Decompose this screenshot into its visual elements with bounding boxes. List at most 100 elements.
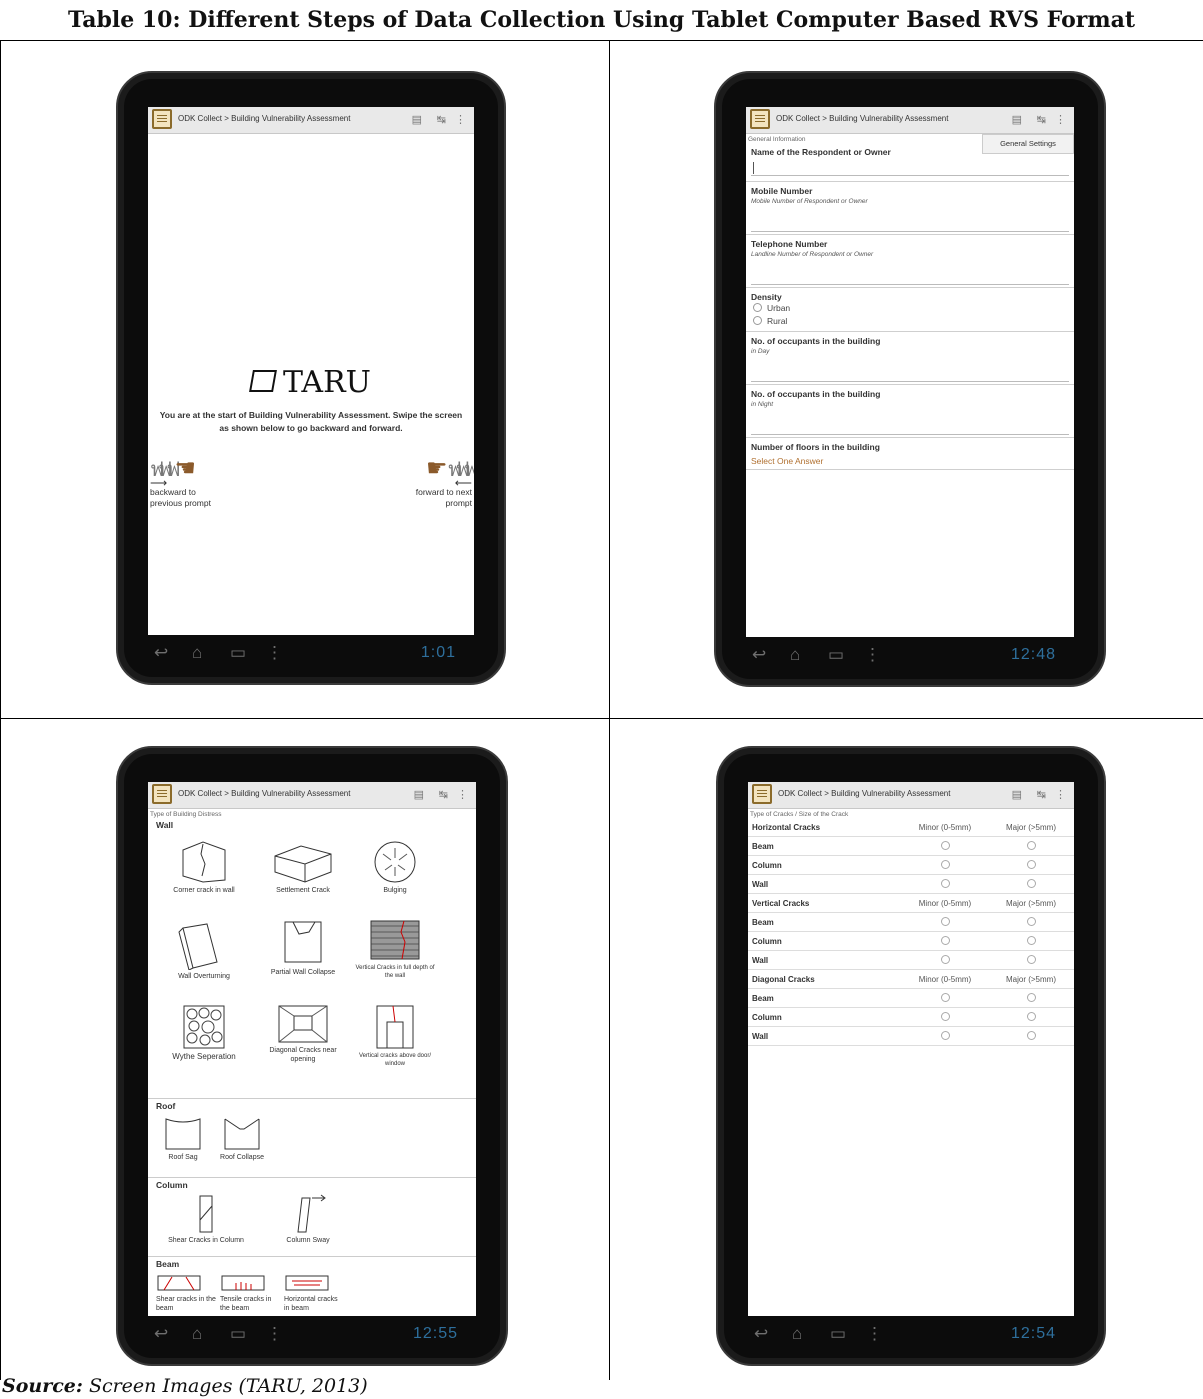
occupants-night-input[interactable] (751, 420, 1069, 435)
nav-menu-icon[interactable]: ⋮ (864, 645, 881, 665)
recents-icon[interactable]: ▭ (230, 1324, 246, 1344)
home-icon[interactable]: ⌂ (792, 1324, 802, 1344)
roof-collapse-option[interactable]: Roof Collapse (212, 1115, 272, 1162)
major-radio[interactable] (1026, 935, 1036, 945)
save-icon[interactable]: ▤ (1012, 113, 1022, 126)
wall-overturning-option[interactable]: Wall Overturning (154, 922, 254, 981)
android-nav-bar: ↩ ⌂ ▭ ⋮ 12:55 (148, 1320, 476, 1350)
action-bar: ODK Collect > Building Vulnerability Ass… (148, 107, 474, 134)
save-icon[interactable]: ▤ (414, 788, 424, 801)
tensile-cracks-beam-option[interactable]: Tensile cracks in the beam (220, 1273, 280, 1313)
major-radio[interactable] (1026, 916, 1036, 926)
crack-group-name: Vertical Cracks (748, 893, 902, 913)
tablet-building-distress-screen: ODK Collect > Building Vulnerability Ass… (116, 746, 508, 1366)
major-radio[interactable] (1026, 1011, 1036, 1021)
settlement-crack-option[interactable]: Settlement Crack (258, 840, 348, 895)
recents-icon[interactable]: ▭ (230, 643, 246, 663)
wythe-separation-option[interactable]: Wythe Seperation (154, 1004, 254, 1062)
status-clock: 12:55 (412, 1325, 458, 1342)
crack-member-label: Wall (748, 1026, 902, 1046)
column-title: Column (156, 1180, 188, 1190)
back-icon[interactable]: ↩ (154, 1324, 168, 1344)
overflow-menu-icon[interactable]: ⋮ (455, 113, 466, 126)
nav-menu-icon[interactable]: ⋮ (866, 1324, 883, 1344)
overflow-menu-icon[interactable]: ⋮ (457, 788, 468, 801)
horizontal-cracks-beam-option[interactable]: Horizontal cracks in beam (284, 1273, 344, 1313)
diagonal-cracks-option[interactable]: Diagonal Cracks near opening (258, 1004, 348, 1064)
minor-radio[interactable] (940, 878, 950, 888)
status-clock: 1:01 (420, 644, 456, 661)
major-radio[interactable] (1026, 840, 1036, 850)
home-icon[interactable]: ⌂ (790, 645, 800, 665)
nav-menu-icon[interactable]: ⋮ (266, 1324, 283, 1344)
navigate-icon[interactable]: ↹ (437, 113, 446, 126)
odk-app-icon[interactable] (152, 784, 172, 804)
recents-icon[interactable]: ▭ (828, 645, 844, 665)
major-radio[interactable] (1026, 1030, 1036, 1040)
major-header: Major (>5mm) (988, 818, 1074, 837)
shear-cracks-beam-option[interactable]: Shear cracks in the beam (156, 1273, 216, 1313)
floors-select[interactable]: Select One Answer (751, 456, 1069, 466)
partial-wall-collapse-option[interactable]: Partial Wall Collapse (258, 918, 348, 977)
overflow-menu-icon[interactable]: ⋮ (1055, 113, 1066, 126)
vertical-cracks-full-depth-option[interactable]: Vertical Cracks in full depth of the wal… (352, 918, 438, 980)
minor-radio[interactable] (940, 840, 950, 850)
odk-app-icon[interactable] (752, 784, 772, 804)
navigate-icon[interactable]: ↹ (1037, 113, 1046, 126)
major-radio[interactable] (1026, 992, 1036, 1002)
beam-title: Beam (156, 1259, 180, 1269)
android-nav-bar: ↩ ⌂ ▭ ⋮ 12:48 (746, 641, 1074, 671)
crack-group-header: Diagonal Cracks Minor (0-5mm) Major (>5mm) (748, 969, 1074, 989)
back-icon[interactable]: ↩ (154, 643, 168, 663)
home-icon[interactable]: ⌂ (192, 1324, 202, 1344)
occupants-day-hint: in Day (751, 348, 770, 355)
vertical-cracks-door-option[interactable]: Vertical cracks above door/ window (352, 1004, 438, 1068)
crack-row: Wall (748, 1026, 1074, 1046)
minor-radio[interactable] (940, 859, 950, 869)
major-header: Major (>5mm) (988, 893, 1074, 913)
minor-radio[interactable] (940, 935, 950, 945)
roof-sag-option[interactable]: Roof Sag (158, 1115, 208, 1162)
major-radio[interactable] (1026, 954, 1036, 964)
telephone-input[interactable] (751, 270, 1069, 285)
odk-app-icon[interactable] (750, 109, 770, 129)
minor-radio[interactable] (940, 916, 950, 926)
corner-crack-option[interactable]: Corner crack in wall (154, 840, 254, 895)
rural-radio[interactable]: Rural (751, 315, 1069, 328)
odk-app-icon[interactable] (152, 109, 172, 129)
navigate-icon[interactable]: ↹ (439, 788, 448, 801)
source-label: Source: (2, 1375, 83, 1397)
tablet-screen: ODK Collect > Building Vulnerability Ass… (746, 107, 1074, 637)
nav-menu-icon[interactable]: ⋮ (266, 643, 283, 663)
crack-group-name: Horizontal Cracks (748, 818, 902, 837)
shear-cracks-column-option[interactable]: Shear Cracks in Column (158, 1194, 254, 1245)
back-icon[interactable]: ↩ (752, 645, 766, 665)
screens-table: ODK Collect > Building Vulnerability Ass… (0, 40, 1203, 1380)
section-header: Type of Cracks / Size of the Crack (750, 811, 849, 818)
recents-icon[interactable]: ▭ (830, 1324, 846, 1344)
home-icon[interactable]: ⌂ (192, 643, 202, 663)
crack-row: Beam (748, 988, 1074, 1008)
name-input[interactable] (751, 161, 1069, 176)
navigate-icon[interactable]: ↹ (1037, 788, 1046, 801)
roof-title: Roof (156, 1101, 176, 1111)
back-icon[interactable]: ↩ (754, 1324, 768, 1344)
crack-row: Beam (748, 912, 1074, 932)
save-icon[interactable]: ▤ (1012, 788, 1022, 801)
column-sway-option[interactable]: Column Sway (268, 1194, 348, 1245)
save-icon[interactable]: ▤ (412, 113, 422, 126)
bulging-option[interactable]: Bulging (352, 840, 438, 895)
minor-radio[interactable] (940, 954, 950, 964)
minor-radio[interactable] (940, 992, 950, 1002)
wall-section: Wall Corner crack in wall Settlement Cra… (148, 818, 476, 1099)
occupants-day-input[interactable] (751, 367, 1069, 382)
urban-radio[interactable]: Urban (751, 302, 1069, 315)
name-label: Name of the Respondent or Owner (751, 147, 891, 157)
minor-radio[interactable] (940, 1030, 950, 1040)
major-radio[interactable] (1026, 859, 1036, 869)
crack-row: Column (748, 931, 1074, 951)
major-radio[interactable] (1026, 878, 1036, 888)
overflow-menu-icon[interactable]: ⋮ (1055, 788, 1066, 801)
mobile-input[interactable] (751, 217, 1069, 232)
minor-radio[interactable] (940, 1011, 950, 1021)
